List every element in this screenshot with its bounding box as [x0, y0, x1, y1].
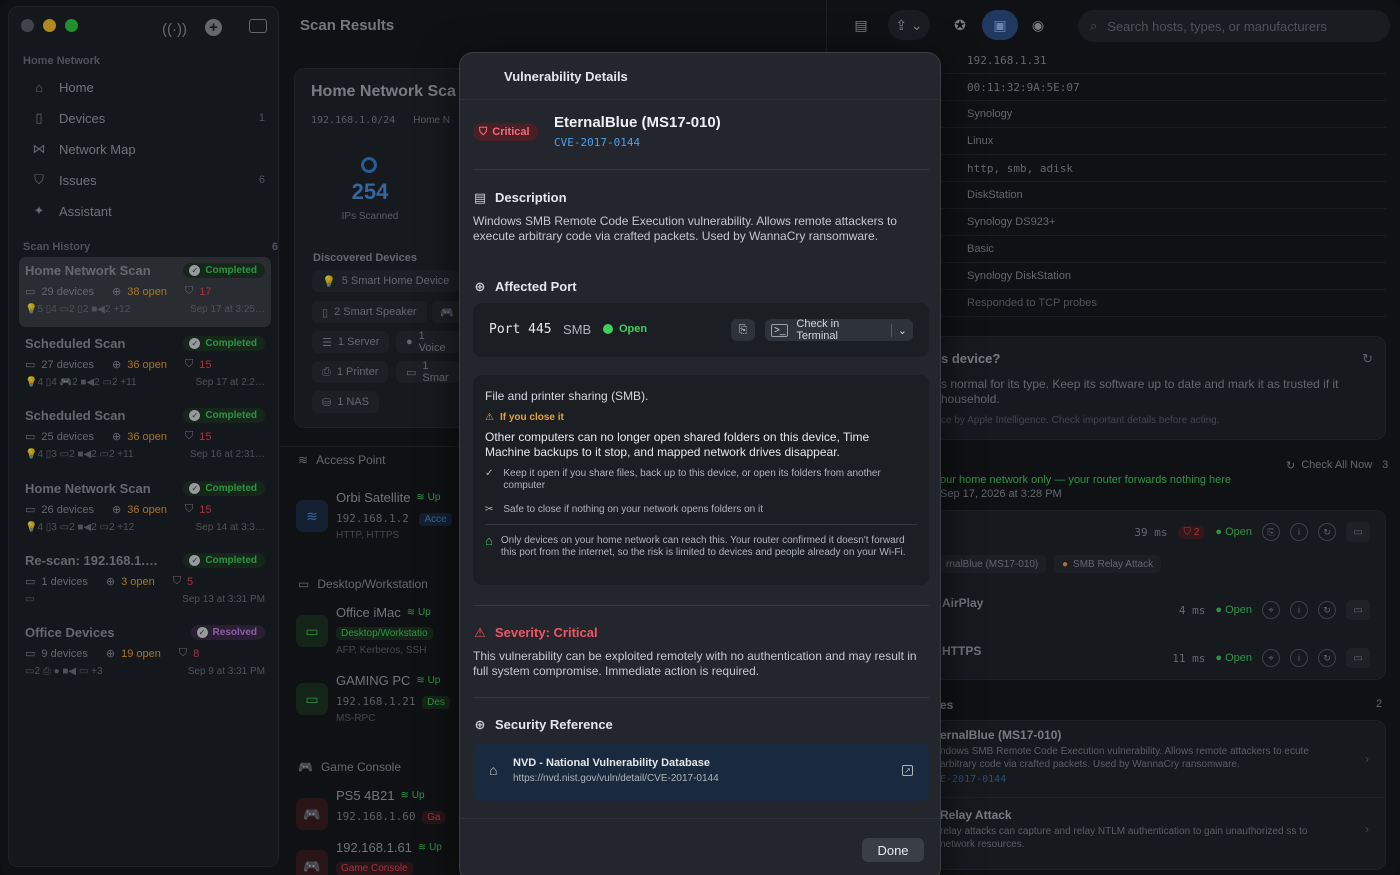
reference-link-card[interactable]: ⌂ NVD - National Vulnerability Database … — [473, 743, 929, 801]
vulnerability-details-dialog: Vulnerability Details ⛉ Critical EternalB… — [459, 52, 941, 875]
external-link-icon: ↗ — [902, 765, 913, 776]
description-text: Windows SMB Remote Code Execution vulner… — [473, 214, 897, 243]
check-circle-icon: ✓ — [485, 468, 494, 479]
section-header-severity: ⚠ Severity: Critical — [474, 624, 598, 641]
vulnerability-name: EternalBlue (MS17-010) — [554, 114, 721, 131]
warning-icon: ⚠ — [485, 412, 494, 423]
globe-icon: ⊕ — [474, 278, 486, 294]
chevron-down-icon: ⌄ — [890, 323, 913, 337]
terminal-icon[interactable]: ⎘ — [731, 319, 755, 341]
done-button[interactable]: Done — [862, 838, 924, 862]
scissors-icon: ✂ — [485, 504, 494, 515]
severity-text: This vulnerability can be exploited remo… — [473, 649, 917, 678]
cve-link[interactable]: CVE-2017-0144 — [554, 136, 640, 149]
shield-alert-icon: ⛉ — [479, 125, 488, 138]
dialog-title: Vulnerability Details — [504, 69, 628, 84]
section-header-description: ▤ Description — [473, 189, 567, 206]
building-icon: ⌂ — [489, 762, 498, 778]
check-in-terminal-button[interactable]: >_ Check in Terminal ⌄ — [765, 318, 913, 342]
section-header-security-reference: ⊕ Security Reference — [474, 716, 613, 733]
app-window: ((·)) + Home Network ⌂ Home ▯ Devices 1 ⋈ Ne… — [0, 0, 1400, 875]
warning-icon: ⚠ — [474, 624, 486, 640]
home-icon: ⌂ — [485, 533, 493, 548]
port-status: Open — [603, 323, 647, 335]
section-header-affected-port: ⊕ Affected Port — [474, 278, 577, 295]
document-icon: ▤ — [473, 189, 487, 205]
affected-port-card: Port 445 SMB Open ⎘ >_ Check in Terminal… — [473, 303, 929, 357]
warning-label: ⚠ If you close it — [485, 412, 564, 423]
globe-icon: ⊕ — [474, 716, 486, 732]
port-explanation-card: File and printer sharing (SMB). ⚠ If you … — [473, 375, 929, 585]
terminal-window-icon: >_ — [771, 323, 789, 337]
severity-badge: ⛉ Critical — [473, 123, 538, 141]
